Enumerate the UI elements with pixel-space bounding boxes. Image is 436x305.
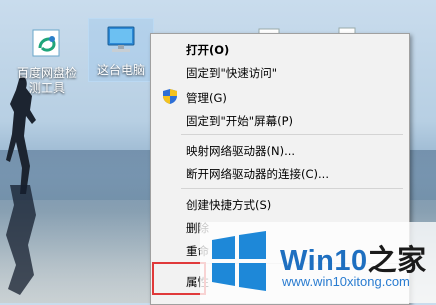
menu-separator <box>181 134 403 135</box>
baidu-netdisk-check-icon <box>32 29 60 57</box>
menu-item-label: 管理(G) <box>186 91 227 105</box>
desktop-icon-label: 这台电脑 <box>96 63 145 77</box>
properties-highlight-box <box>152 262 206 295</box>
menu-item-label: 创建快捷方式(S) <box>186 198 272 212</box>
desktop-icon-baidu-check-tool[interactable]: 百度网盘检 测工具 <box>15 22 79 96</box>
desktop-icon-label-line1: 百度网盘检 <box>16 66 77 80</box>
menu-item-map-network-drive[interactable]: 映射网络驱动器(N)... <box>151 139 409 161</box>
menu-item-create-shortcut[interactable]: 创建快捷方式(S) <box>151 193 409 215</box>
menu-item-pin-quick-access[interactable]: 固定到"快速访问" <box>151 61 409 83</box>
win10-home-watermark: Win10之家 www.win10xitong.com <box>200 222 436 303</box>
menu-item-pin-start[interactable]: 固定到"开始"屏幕(P) <box>151 109 409 131</box>
desktop-icon-this-pc[interactable]: 这台电脑 <box>88 18 154 82</box>
computer-icon <box>107 26 135 52</box>
watermark-title: Win10之家 <box>280 237 427 279</box>
menu-item-label: 固定到"开始"屏幕(P) <box>186 114 293 128</box>
wallpaper-reflection <box>6 185 36 295</box>
menu-item-label: 打开(O) <box>186 43 230 57</box>
menu-item-disconnect-network-drive[interactable]: 断开网络驱动器的连接(C)... <box>151 162 409 184</box>
menu-item-label: 断开网络驱动器的连接(C)... <box>186 167 329 181</box>
menu-item-open[interactable]: 打开(O) <box>151 38 409 60</box>
menu-item-label: 映射网络驱动器(N)... <box>186 144 296 158</box>
windows-logo-icon <box>212 231 266 291</box>
watermark-url: www.win10xitong.com <box>282 274 410 289</box>
uac-shield-icon <box>163 89 177 104</box>
watermark-title-suffix: 之家 <box>367 245 427 277</box>
watermark-title-main: Win10 <box>280 245 368 277</box>
desktop-icon-label-line2: 测工具 <box>28 81 65 95</box>
menu-item-manage[interactable]: 管理(G) <box>151 86 409 108</box>
menu-item-label: 固定到"快速访问" <box>186 66 278 80</box>
menu-separator <box>181 188 403 189</box>
